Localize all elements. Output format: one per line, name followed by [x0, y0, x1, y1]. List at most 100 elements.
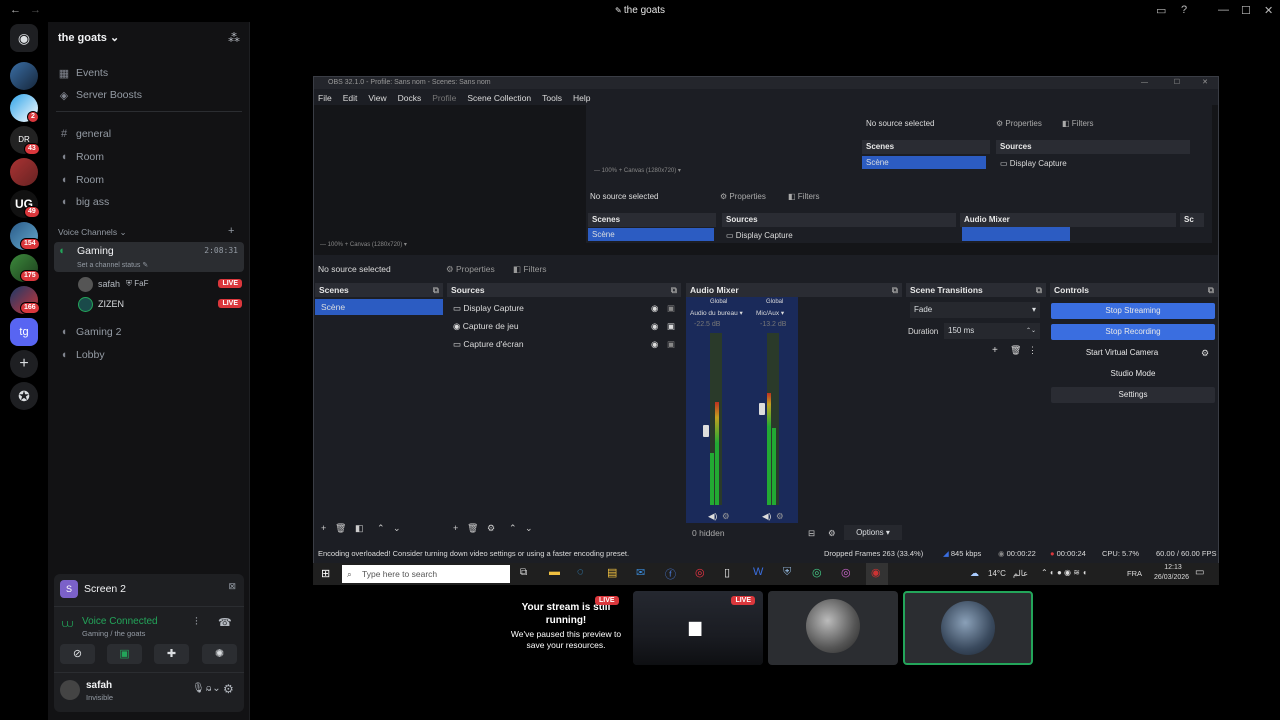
lock-icon[interactable]: ▣	[667, 321, 675, 332]
obs-taskbar-icon[interactable]: ◉	[866, 563, 888, 585]
server-icon[interactable]	[10, 158, 38, 186]
popout-icon[interactable]: ⊠	[228, 581, 236, 592]
visibility-eye-icon[interactable]: ◉	[651, 321, 658, 332]
activities-button[interactable]: ✚	[154, 644, 189, 664]
stop-recording-button[interactable]: Stop Recording	[1051, 324, 1215, 340]
document-icon[interactable]: ▯	[724, 566, 730, 579]
invite-icon[interactable]: ⁂	[228, 31, 240, 45]
menu-tools[interactable]: Tools	[542, 93, 562, 103]
chrome-icon[interactable]: ◎	[695, 566, 705, 579]
float-dock-icon[interactable]: ⧉	[671, 283, 677, 297]
noise-suppression-icon[interactable]: ⫶	[195, 616, 198, 629]
soundboard-button[interactable]: ✺	[202, 644, 237, 664]
add-icon[interactable]: +	[453, 523, 458, 533]
move-down-icon[interactable]: ⌄	[525, 523, 533, 534]
float-dock-icon[interactable]: ⧉	[1036, 283, 1042, 297]
settings-button[interactable]: Settings	[1051, 387, 1215, 403]
filters-button[interactable]: ◧ Filters	[513, 264, 547, 275]
task-view-icon[interactable]: ⧉	[520, 567, 527, 578]
speaker-icon[interactable]: ◀︎)	[708, 511, 717, 522]
voice-user[interactable]: safah ⛨ FaF LIVE	[78, 276, 244, 294]
minimize-icon[interactable]: —	[1218, 4, 1229, 16]
visibility-eye-icon[interactable]: ◉	[651, 303, 658, 314]
source-item[interactable]: ▭ Capture d'écran	[453, 339, 524, 350]
mixer-layout-icon[interactable]: ⊟	[808, 528, 815, 539]
clock[interactable]: 12:13	[1158, 564, 1188, 571]
add-transition-icon[interactable]: +	[992, 345, 998, 356]
channel-name-dropdown[interactable]: Audio du bureau ▾	[690, 309, 743, 317]
channel-name-dropdown[interactable]: Mic/Aux ▾	[756, 309, 784, 317]
help-icon[interactable]: ?	[1181, 4, 1187, 16]
disconnect-icon[interactable]: ☎	[218, 616, 232, 629]
mixer-settings-icon[interactable]: ⚙	[828, 528, 836, 539]
notifications-icon[interactable]: ▭	[1195, 567, 1204, 578]
float-dock-icon[interactable]: ⧉	[1208, 283, 1214, 297]
word-icon[interactable]: W	[753, 566, 763, 578]
obs-preview[interactable]: — 100% + Canvas (1280x720) ▾ No source s…	[314, 105, 1218, 255]
speaker-icon[interactable]: ◀︎)	[762, 511, 771, 522]
transition-select[interactable]: Fade ▾	[910, 302, 1040, 318]
screen-share-button[interactable]: ▣	[107, 644, 142, 664]
channel-status[interactable]: Set a channel status ✎	[77, 261, 148, 269]
channel-room[interactable]: ◖ Room	[58, 170, 104, 190]
tray-icons[interactable]: ⌃ ◐ ● ◉ ≋ ◖	[1041, 568, 1087, 577]
store-icon[interactable]: ▤	[607, 566, 617, 579]
stream-thumbnail[interactable]: LIVE ▆	[633, 591, 763, 665]
float-dock-icon[interactable]: ⧉	[892, 283, 898, 297]
chrome-icon[interactable]: ◎	[841, 566, 851, 579]
audio-settings-icon[interactable]: ⚙	[776, 511, 784, 522]
discord-home-icon[interactable]: ◉	[10, 24, 38, 52]
source-item[interactable]: ◉ Capture de jeu	[453, 321, 519, 332]
mail-icon[interactable]: ✉	[636, 566, 645, 579]
filter-icon[interactable]: ◧	[355, 523, 364, 534]
discover-icon[interactable]: ✪	[10, 382, 38, 410]
channel-gaming-2[interactable]: ◖ Gaming 2	[58, 322, 122, 342]
minimize-icon[interactable]: —	[1141, 77, 1148, 89]
facebook-icon[interactable]: ⓕ	[665, 566, 676, 582]
participant-tile-speaking[interactable]	[903, 591, 1033, 665]
remove-transition-icon[interactable]: 🗑︎	[1010, 345, 1021, 356]
server-icon[interactable]	[10, 62, 38, 90]
participant-tile[interactable]	[768, 591, 898, 665]
menu-profile[interactable]: Profile	[432, 93, 456, 103]
start-virtual-camera-button[interactable]: Start Virtual Camera	[1051, 345, 1193, 361]
taskbar-search[interactable]: ⌕ Type here to search	[342, 565, 510, 583]
hidden-count[interactable]: 0 hidden	[692, 528, 725, 538]
maximize-icon[interactable]: ☐	[1174, 77, 1180, 89]
headphones-icon[interactable]: ∩⌄	[205, 683, 221, 694]
add-channel-icon[interactable]: +	[228, 225, 234, 237]
channel-big-ass[interactable]: ◖ big ass	[58, 192, 110, 212]
options-button[interactable]: Options ▾	[844, 525, 902, 540]
virtual-camera-settings-icon[interactable]: ⚙	[1201, 348, 1209, 359]
chrome-icon[interactable]: ◎	[812, 566, 822, 579]
server-icon-selected[interactable]: tg	[10, 318, 38, 346]
remove-icon[interactable]: 🗑︎	[467, 523, 478, 534]
source-item[interactable]: ▭ Display Capture	[453, 303, 524, 314]
channel-gaming[interactable]: ◖ Gaming 2:08:31 Set a channel status ✎	[54, 242, 244, 272]
windows-start-icon[interactable]: ⊞	[321, 567, 330, 580]
channel-general[interactable]: # general	[58, 124, 111, 144]
volume-slider-handle[interactable]	[703, 425, 709, 437]
move-up-icon[interactable]: ⌃	[509, 523, 517, 534]
volume-slider-handle[interactable]	[759, 403, 765, 415]
channel-room[interactable]: ◖ Room	[58, 147, 104, 167]
scene-item[interactable]: Scène	[315, 299, 443, 315]
edge-icon[interactable]: ◌	[577, 566, 584, 578]
lock-icon[interactable]: ▣	[667, 303, 675, 314]
more-options-icon[interactable]: ⋮	[1028, 345, 1037, 356]
move-down-icon[interactable]: ⌄	[393, 523, 401, 534]
close-icon[interactable]: ✕	[1202, 77, 1208, 89]
visibility-eye-icon[interactable]: ◉	[651, 339, 658, 350]
camera-off-button[interactable]: ⊘	[60, 644, 95, 664]
inbox-icon[interactable]: ▭	[1156, 4, 1166, 17]
remove-icon[interactable]: 🗑︎	[335, 523, 346, 534]
sidebar-item-boosts[interactable]: ◈ Server Boosts	[58, 85, 142, 105]
maximize-icon[interactable]: ☐	[1241, 4, 1251, 17]
menu-help[interactable]: Help	[573, 93, 590, 103]
add-icon[interactable]: +	[321, 523, 326, 533]
stop-streaming-button[interactable]: Stop Streaming	[1051, 303, 1215, 319]
file-explorer-icon[interactable]: ▬	[549, 566, 560, 578]
properties-icon[interactable]: ⚙	[487, 523, 495, 534]
menu-scene-collection[interactable]: Scene Collection	[467, 93, 531, 103]
guild-name[interactable]: the goats ⌄	[58, 31, 119, 44]
